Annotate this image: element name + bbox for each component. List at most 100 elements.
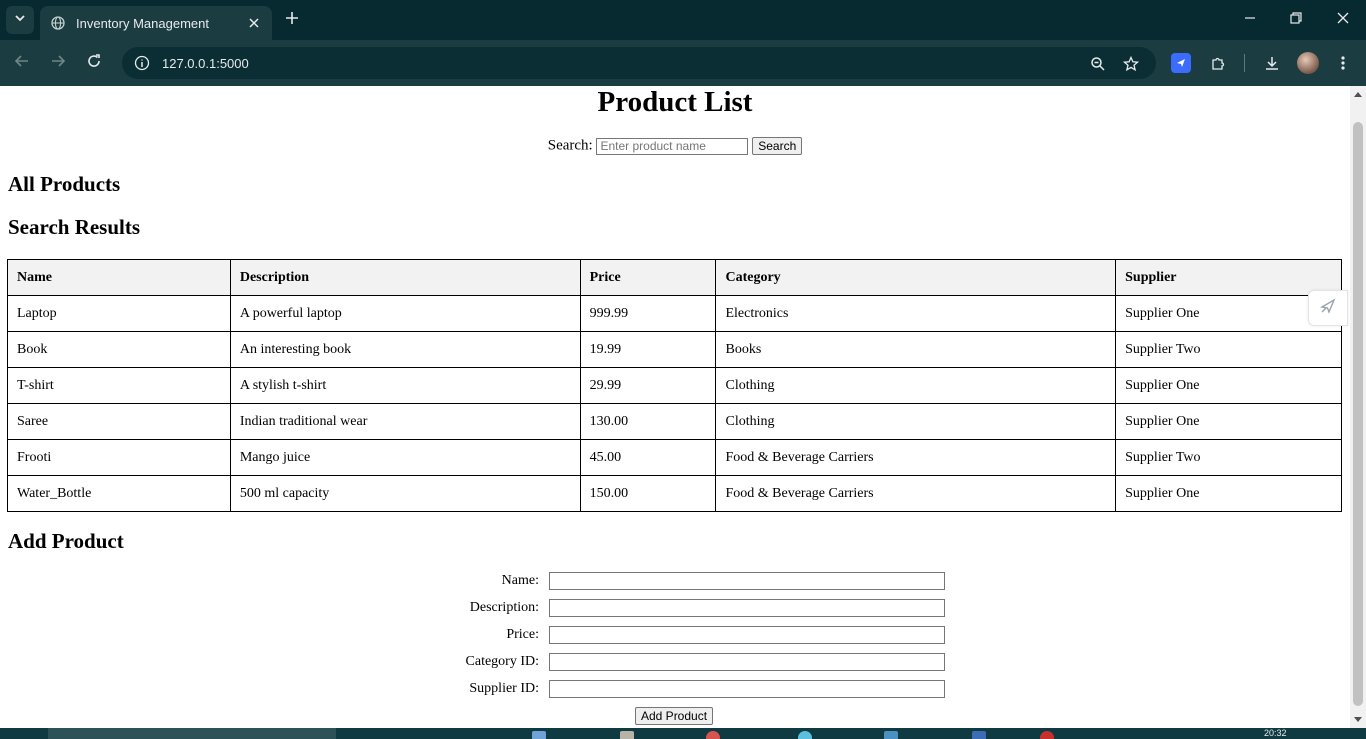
taskbar-app-icon[interactable] bbox=[884, 731, 898, 739]
tab-search-button[interactable] bbox=[6, 6, 34, 34]
toolbar-divider bbox=[1244, 54, 1245, 72]
search-input[interactable] bbox=[596, 137, 749, 155]
restore-icon bbox=[1290, 11, 1302, 29]
taskbar-search-box[interactable] bbox=[48, 728, 336, 739]
url-text: 127.0.0.1:5000 bbox=[162, 55, 249, 71]
cell-price: 45.00 bbox=[579, 439, 717, 476]
chevron-down-icon bbox=[14, 11, 26, 29]
profile-avatar[interactable] bbox=[1297, 52, 1319, 74]
page-content: Product List Search: Search All Products… bbox=[0, 86, 1350, 728]
reload-icon bbox=[86, 53, 102, 74]
scrollbar-thumb[interactable] bbox=[1353, 122, 1363, 706]
cell-supplier: Supplier One bbox=[1115, 403, 1342, 440]
close-tab-icon[interactable] bbox=[246, 15, 262, 31]
extensions-puzzle-icon[interactable] bbox=[1207, 52, 1229, 74]
cell-description: A stylish t-shirt bbox=[229, 367, 581, 404]
cell-price: 29.99 bbox=[579, 367, 717, 404]
taskbar-app-icon[interactable] bbox=[972, 731, 986, 739]
form-row-category-id: Category ID: bbox=[0, 653, 1350, 673]
price-label: Price: bbox=[506, 627, 539, 642]
supplier-id-field[interactable] bbox=[549, 680, 945, 698]
all-products-heading: All Products bbox=[8, 172, 121, 196]
arrow-right-icon bbox=[50, 53, 66, 74]
cell-name: T-shirt bbox=[7, 367, 231, 404]
site-info-icon[interactable] bbox=[134, 55, 150, 71]
restore-button[interactable] bbox=[1286, 10, 1306, 30]
tab-title: Inventory Management bbox=[76, 15, 209, 31]
cell-price: 19.99 bbox=[579, 331, 717, 368]
cell-category: Clothing bbox=[715, 403, 1117, 440]
form-row-name: Name: bbox=[0, 572, 1350, 592]
search-results-heading: Search Results bbox=[8, 215, 141, 239]
cell-description: Mango juice bbox=[229, 439, 581, 476]
taskbar-app-icon[interactable] bbox=[620, 731, 634, 739]
back-button[interactable] bbox=[11, 52, 33, 74]
bookmark-star-icon[interactable] bbox=[1121, 54, 1141, 74]
column-header-description: Description bbox=[229, 259, 581, 296]
minimize-button[interactable] bbox=[1240, 10, 1260, 30]
reload-button[interactable] bbox=[83, 52, 105, 74]
minimize-icon bbox=[1244, 11, 1256, 29]
category-id-field[interactable] bbox=[549, 653, 945, 671]
price-field[interactable] bbox=[549, 626, 945, 644]
cell-price: 999.99 bbox=[579, 295, 717, 332]
table-row: Water_Bottle 500 ml capacity 150.00 Food… bbox=[7, 475, 1342, 512]
table-header-row: Name Description Price Category Supplier bbox=[7, 259, 1342, 296]
search-label: Search: bbox=[547, 137, 593, 154]
supplier-id-label: Supplier ID: bbox=[469, 681, 539, 696]
description-field[interactable] bbox=[549, 599, 945, 617]
page-scrollbar[interactable] bbox=[1350, 86, 1366, 728]
browser-toolbar: 127.0.0.1:5000 bbox=[0, 40, 1366, 86]
table-row: Saree Indian traditional wear 130.00 Clo… bbox=[7, 403, 1342, 440]
name-field[interactable] bbox=[549, 572, 945, 590]
forward-button[interactable] bbox=[47, 52, 69, 74]
form-row-description: Description: bbox=[0, 599, 1350, 619]
form-row-supplier-id: Supplier ID: bbox=[0, 680, 1350, 700]
extension-icon[interactable] bbox=[1171, 53, 1191, 73]
name-label: Name: bbox=[501, 573, 539, 588]
plus-icon bbox=[285, 11, 299, 30]
table-row: Book An interesting book 19.99 Books Sup… bbox=[7, 331, 1342, 368]
cell-price: 130.00 bbox=[579, 403, 717, 440]
cell-category: Books bbox=[715, 331, 1117, 368]
taskbar-app-icon[interactable] bbox=[532, 731, 546, 739]
taskbar-app-icon[interactable] bbox=[1040, 731, 1054, 739]
menu-kebab-icon[interactable] bbox=[1332, 52, 1354, 74]
scroll-down-icon[interactable] bbox=[1354, 717, 1362, 722]
download-icon[interactable] bbox=[1261, 52, 1283, 74]
column-header-supplier: Supplier bbox=[1115, 259, 1342, 296]
active-tab[interactable]: Inventory Management bbox=[40, 6, 272, 40]
tab-strip: Inventory Management bbox=[0, 0, 1366, 40]
close-window-button[interactable] bbox=[1333, 10, 1353, 30]
cell-description: A powerful laptop bbox=[229, 295, 581, 332]
new-tab-button[interactable] bbox=[282, 10, 302, 30]
search-button[interactable]: Search bbox=[752, 137, 803, 155]
cell-category: Food & Beverage Carriers bbox=[715, 475, 1117, 512]
globe-icon bbox=[50, 15, 66, 31]
products-table: Name Description Price Category Supplier… bbox=[7, 259, 1342, 512]
floating-extension-widget[interactable] bbox=[1308, 290, 1348, 326]
scroll-up-icon[interactable] bbox=[1354, 92, 1362, 97]
cell-name: Laptop bbox=[7, 295, 231, 332]
add-product-heading: Add Product bbox=[8, 529, 124, 553]
add-product-button[interactable]: Add Product bbox=[635, 707, 714, 725]
cell-supplier: Supplier Two bbox=[1115, 439, 1342, 476]
cell-name: Saree bbox=[7, 403, 231, 440]
table-row: T-shirt A stylish t-shirt 29.99 Clothing… bbox=[7, 367, 1342, 404]
taskbar-app-icon[interactable] bbox=[798, 731, 812, 739]
table-row: Frooti Mango juice 45.00 Food & Beverage… bbox=[7, 439, 1342, 476]
cell-category: Clothing bbox=[715, 367, 1117, 404]
search-form: Search: Search bbox=[0, 137, 1350, 155]
form-row-price: Price: bbox=[0, 626, 1350, 646]
category-id-label: Category ID: bbox=[465, 654, 539, 669]
os-taskbar: 20:32 bbox=[0, 728, 1366, 739]
submit-wrapper: Add Product bbox=[635, 707, 714, 725]
page-title: Product List bbox=[597, 86, 753, 118]
address-bar[interactable]: 127.0.0.1:5000 bbox=[122, 47, 1156, 79]
cell-name: Book bbox=[7, 331, 231, 368]
taskbar-app-icon[interactable] bbox=[706, 731, 720, 739]
taskbar-clock: 20:32 bbox=[1264, 728, 1287, 738]
rocket-icon bbox=[1318, 296, 1338, 321]
cell-supplier: Supplier One bbox=[1115, 367, 1342, 404]
zoom-icon[interactable] bbox=[1088, 54, 1108, 74]
